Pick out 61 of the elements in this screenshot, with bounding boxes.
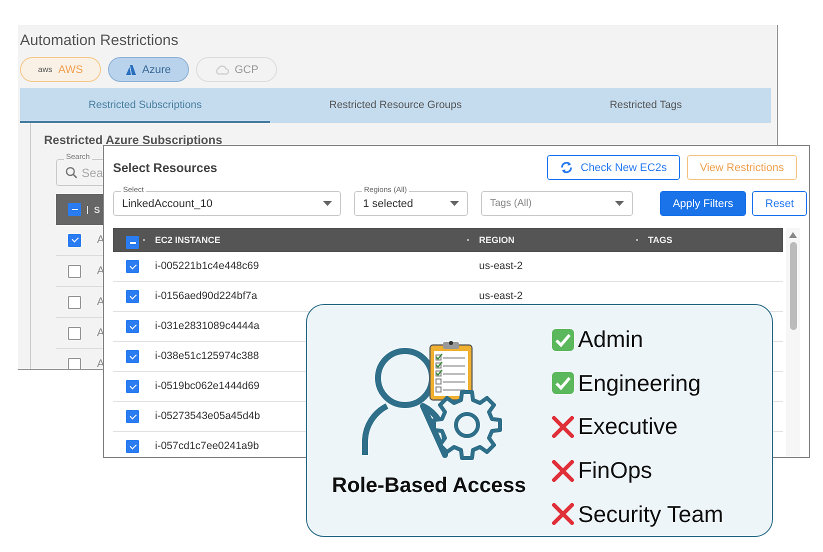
- provider-button[interactable]: aws AWS: [20, 57, 101, 82]
- search-icon: [65, 166, 78, 179]
- column-header: REGION: [479, 235, 515, 245]
- checkbox[interactable]: [68, 264, 81, 278]
- dropdown[interactable]: LinkedAccount_10: [113, 191, 341, 216]
- dropdown-value: 1 selected: [363, 198, 414, 210]
- checkbox[interactable]: [126, 320, 139, 334]
- caret-icon: [450, 201, 459, 206]
- table-cell: i-057cd1c7ee0241a9b: [155, 440, 259, 452]
- table-cell: i-05273543e05a45d4b: [155, 410, 260, 422]
- role-name: FinOps: [578, 457, 652, 484]
- column-header: EC2 INSTANCE: [155, 235, 220, 245]
- tab[interactable]: Restricted Resource Groups: [270, 88, 521, 123]
- checkbox[interactable]: [126, 350, 139, 364]
- checkbox[interactable]: [126, 260, 139, 274]
- column-header: S: [94, 204, 100, 214]
- table-cell: i-0519bc062e1444d69: [155, 380, 260, 392]
- dropdown[interactable]: Tags (All): [481, 191, 633, 216]
- checkbox[interactable]: [126, 410, 139, 424]
- table-cell: i-0156aed90d224bf7a: [155, 290, 258, 302]
- tab[interactable]: Restricted Tags: [520, 88, 771, 123]
- table-cell: us-east-2: [479, 260, 523, 272]
- apply-filters-button[interactable]: Apply Filters: [660, 191, 746, 216]
- dropdown-value: LinkedAccount_10: [122, 198, 214, 210]
- table-cell: i-031e2831089c4444a: [155, 320, 260, 332]
- role-name: Security Team: [578, 500, 724, 528]
- checkbox[interactable]: [68, 326, 81, 340]
- view-restrictions-button[interactable]: View Restrictions: [686, 155, 797, 180]
- window-title: Automation Restrictions: [20, 32, 178, 49]
- table-cell: i-038e51c125974c388: [155, 350, 259, 362]
- checkbox[interactable]: [126, 440, 139, 454]
- refresh-icon: [560, 161, 573, 174]
- section-title: Restricted Azure Subscriptions: [44, 133, 222, 147]
- scroll-up-icon[interactable]: [789, 232, 797, 238]
- scrollbar[interactable]: [786, 228, 800, 457]
- search-placeholder: Sea: [82, 166, 103, 180]
- azure-logo-icon: [126, 64, 136, 74]
- caret-icon: [323, 201, 332, 206]
- aws-logo: aws: [38, 65, 52, 74]
- caret-icon: [615, 201, 624, 206]
- table-cell: i-005221b1c4e448c69: [155, 260, 259, 272]
- dialog-title: Select Resources: [113, 160, 218, 174]
- checkbox[interactable]: [126, 236, 139, 250]
- column-header: TAGS: [648, 235, 672, 245]
- checkbox[interactable]: [68, 203, 81, 216]
- cloud-icon: [214, 64, 229, 74]
- callout-title: Role-Based Access: [332, 474, 526, 498]
- role-name: Admin: [578, 326, 644, 354]
- table-cell: us-east-2: [479, 290, 523, 302]
- provider-button[interactable]: Azure: [108, 57, 189, 82]
- role-name: Executive: [578, 413, 678, 440]
- dropdown-placeholder: Tags (All): [490, 198, 533, 209]
- role-name: Engineering: [578, 370, 701, 397]
- checkbox[interactable]: [68, 296, 81, 308]
- checkbox[interactable]: [68, 234, 81, 246]
- check-button[interactable]: Check New EC2s: [546, 155, 680, 180]
- checkbox[interactable]: [126, 290, 139, 304]
- checkbox[interactable]: [68, 358, 81, 369]
- tab[interactable]: Restricted Subscriptions: [20, 88, 270, 123]
- reset-button[interactable]: Reset: [752, 191, 807, 216]
- checkbox[interactable]: [126, 380, 139, 394]
